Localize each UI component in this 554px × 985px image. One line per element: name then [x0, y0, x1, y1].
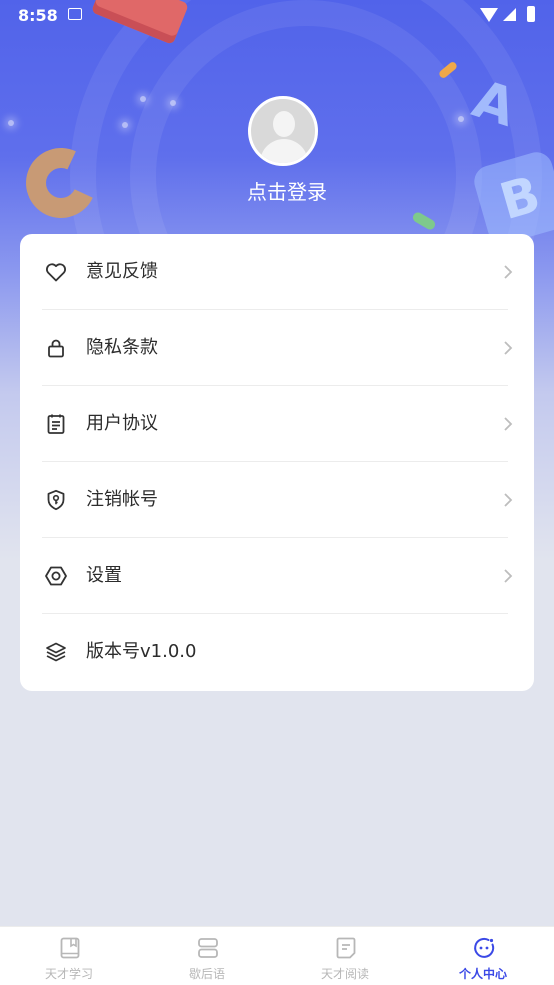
- smiley-icon: [474, 937, 495, 958]
- battery-icon: [527, 6, 535, 22]
- tab-label: 天才学习: [44, 967, 93, 981]
- tab-xiehouyu[interactable]: 歇后语: [138, 927, 276, 985]
- menu-item-delete-account[interactable]: 注销帐号: [20, 462, 534, 538]
- menu-item-label: 注销帐号: [86, 489, 158, 510]
- status-bar: 8:58: [0, 0, 554, 30]
- shield-key-icon: [47, 489, 65, 511]
- menu-item-user-agreement[interactable]: 用户协议: [20, 386, 534, 462]
- menu-item-label: 设置: [86, 565, 122, 586]
- sparkle-decoration: [8, 120, 14, 126]
- chevron-right-icon: [504, 265, 513, 279]
- heart-icon: [46, 263, 66, 282]
- wifi-icon: [480, 8, 498, 22]
- sparkle-decoration: [458, 116, 464, 122]
- book-icon: [60, 937, 80, 959]
- status-time: 8:58: [18, 6, 58, 25]
- avatar-head: [273, 111, 295, 137]
- menu-item-version: 版本号v1.0.0: [20, 614, 534, 690]
- tab-personal-center[interactable]: 个人中心: [414, 927, 552, 985]
- signal-icon: [503, 8, 516, 21]
- sparkle-decoration: [170, 100, 176, 106]
- menu-item-feedback[interactable]: 意见反馈: [20, 234, 534, 310]
- avatar-body: [260, 139, 308, 163]
- tab-label: 天才阅读: [320, 967, 369, 981]
- lock-icon: [48, 339, 64, 358]
- hexagon-settings-icon: [45, 566, 67, 586]
- chevron-right-icon: [504, 341, 513, 355]
- layers-icon: [46, 642, 66, 662]
- tab-label: 歇后语: [188, 967, 225, 981]
- menu-card: 意见反馈 隐私条款 用户协议 注销帐号 设置 版本号v1.0.0: [20, 234, 534, 691]
- tab-genius-learning[interactable]: 天才学习: [0, 927, 138, 985]
- notification-icon: [68, 8, 82, 20]
- reading-icon: [336, 937, 356, 959]
- chevron-right-icon: [504, 417, 513, 431]
- sparkle-decoration: [140, 96, 146, 102]
- login-button[interactable]: 点击登录: [230, 176, 344, 205]
- menu-item-label: 隐私条款: [86, 337, 158, 358]
- menu-item-privacy[interactable]: 隐私条款: [20, 310, 534, 386]
- tab-genius-reading[interactable]: 天才阅读: [276, 927, 414, 985]
- document-icon: [47, 414, 65, 434]
- chevron-right-icon: [504, 569, 513, 583]
- menu-item-label: 用户协议: [86, 413, 158, 434]
- avatar[interactable]: [248, 96, 318, 166]
- tab-label: 个人中心: [458, 967, 507, 981]
- chevron-right-icon: [504, 493, 513, 507]
- bottom-tab-bar: 天才学习 歇后语 天才阅读 个人中心: [0, 926, 554, 985]
- sparkle-decoration: [122, 122, 128, 128]
- stack-icon: [198, 938, 218, 958]
- menu-item-settings[interactable]: 设置: [20, 538, 534, 614]
- menu-item-label: 意见反馈: [86, 261, 158, 282]
- version-label: 版本号v1.0.0: [86, 641, 197, 662]
